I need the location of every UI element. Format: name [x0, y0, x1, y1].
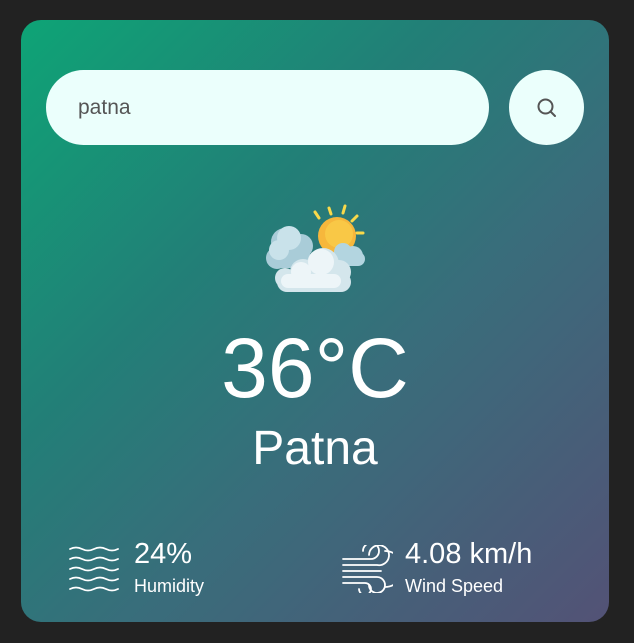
temperature-display: 36°C	[221, 321, 409, 415]
humidity-label: Humidity	[134, 576, 205, 596]
wind-speed-label: Wind Speed	[405, 576, 504, 596]
partly-cloudy-sun-icon	[266, 204, 365, 292]
search-bar	[46, 70, 584, 145]
humidity-waves-icon	[69, 546, 119, 592]
search-icon	[537, 98, 556, 117]
search-input[interactable]	[46, 70, 489, 145]
city-name: Patna	[252, 422, 378, 475]
wind-speed-value: 4.08 km/h	[405, 538, 533, 570]
search-button[interactable]	[509, 70, 584, 145]
weather-card: 36°C Patna 24% Humidity 4.08	[21, 20, 609, 622]
humidity-value: 24%	[134, 538, 193, 570]
wind-icon	[342, 545, 393, 593]
